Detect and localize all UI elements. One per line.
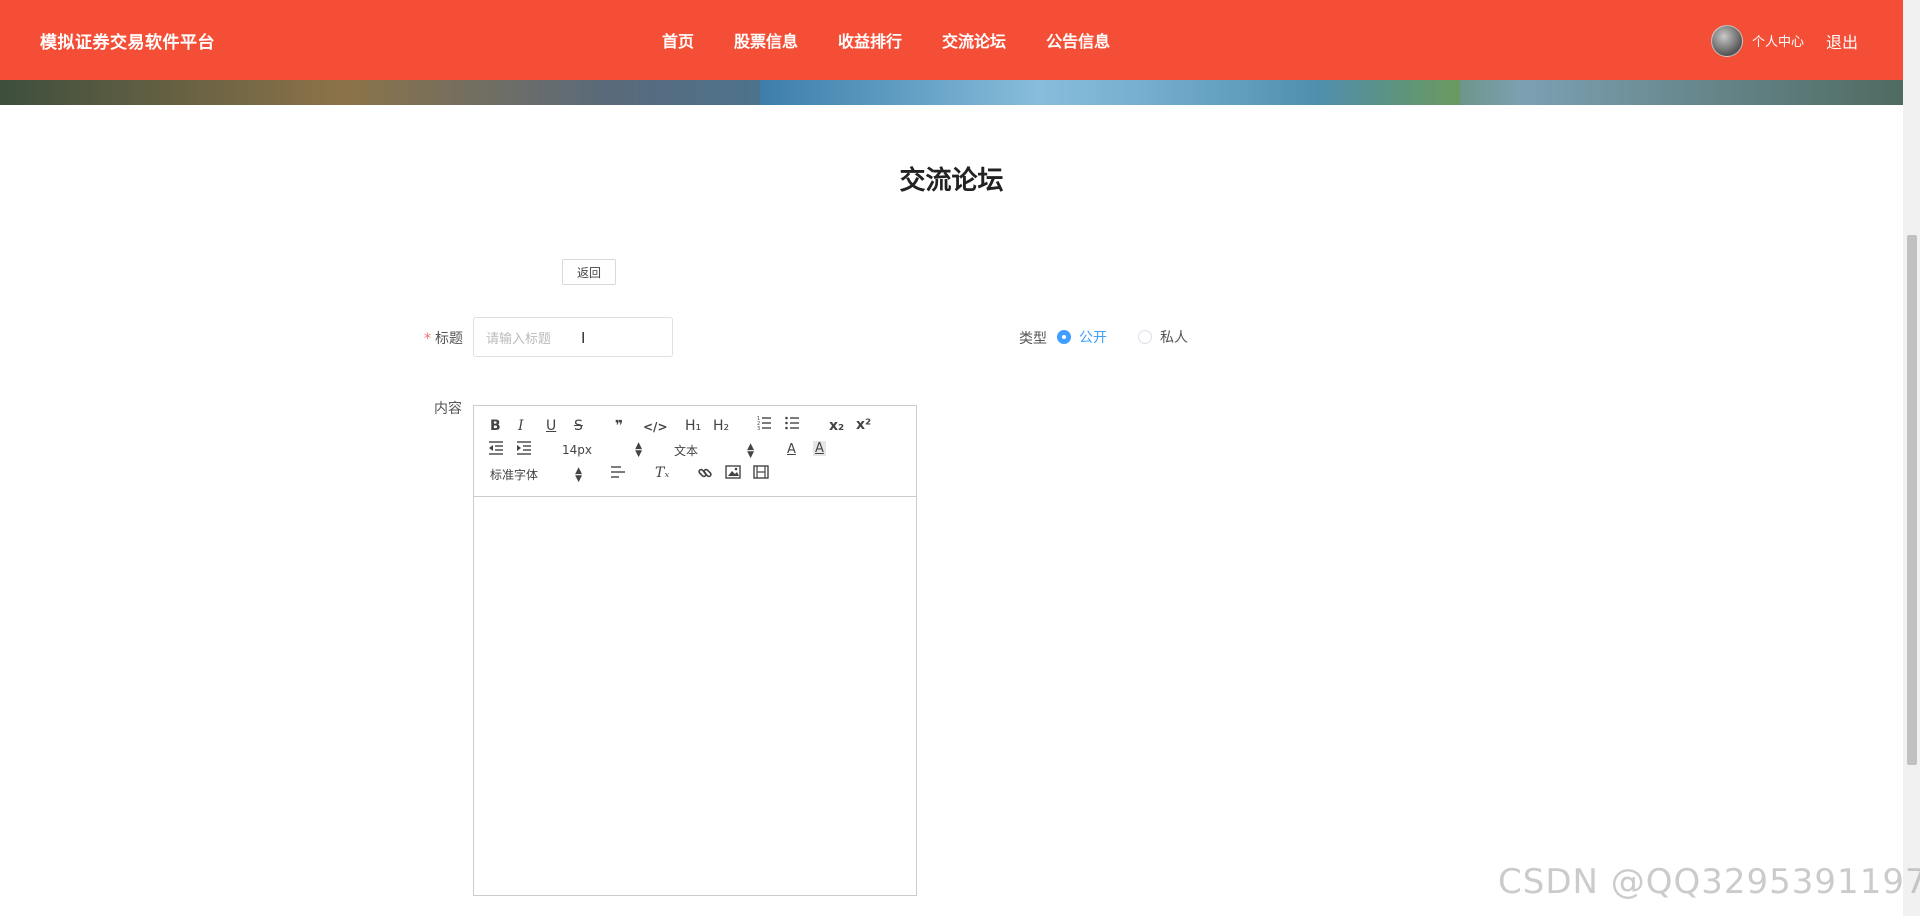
- radio-private-dot[interactable]: [1138, 330, 1152, 344]
- radio-private[interactable]: 私人: [1138, 327, 1188, 347]
- title-label-text: 标题: [435, 331, 463, 347]
- font-family-select[interactable]: 标准字体 ▲ ▼: [490, 466, 582, 483]
- editor-content-area[interactable]: [474, 497, 916, 895]
- text-cursor-icon: I: [581, 329, 586, 347]
- banner-water: [760, 80, 1460, 105]
- site-brand[interactable]: 模拟证券交易软件平台: [40, 28, 215, 53]
- ordered-list-icon[interactable]: 123: [756, 415, 772, 436]
- header-select-value: 文本: [674, 444, 699, 458]
- nav-item-stock-info[interactable]: 股票信息: [734, 28, 798, 52]
- header-select[interactable]: 文本 ▲ ▼: [674, 442, 754, 459]
- outdent-icon[interactable]: [488, 441, 504, 460]
- radio-private-label: 私人: [1160, 330, 1188, 346]
- underline-button[interactable]: U: [546, 417, 556, 435]
- required-asterisk: *: [424, 331, 431, 347]
- font-color-icon[interactable]: A: [787, 441, 796, 459]
- link-icon[interactable]: [697, 465, 713, 486]
- strike-button[interactable]: S: [574, 417, 583, 435]
- nav-item-profit-ranking[interactable]: 收益排行: [838, 28, 902, 52]
- h1-button[interactable]: H₁: [685, 417, 701, 435]
- title-field-label: * 标题: [424, 328, 463, 348]
- nav-item-home[interactable]: 首页: [662, 28, 694, 52]
- image-icon[interactable]: [725, 465, 741, 484]
- radio-public-dot[interactable]: [1057, 330, 1071, 344]
- bold-button[interactable]: B: [490, 417, 501, 435]
- select-arrows-icon: ▲ ▼: [635, 441, 642, 459]
- font-size-select[interactable]: 14px ▲ ▼: [562, 441, 642, 459]
- user-center-link[interactable]: 个人中心: [1752, 31, 1804, 50]
- code-block-icon[interactable]: </>: [643, 418, 668, 436]
- page-scrollbar[interactable]: [1903, 0, 1920, 916]
- radio-public-label: 公开: [1079, 330, 1107, 346]
- select-arrows-icon: ▲ ▼: [747, 441, 754, 460]
- back-button[interactable]: 返回: [562, 259, 616, 285]
- indent-icon[interactable]: [516, 441, 532, 460]
- video-icon[interactable]: [753, 465, 769, 484]
- bullet-list-icon[interactable]: [784, 415, 800, 436]
- logout-link[interactable]: 退出: [1826, 29, 1858, 53]
- rich-text-editor: B I U S ❞ </> H₁ H₂ 123 x₂ x² 14px ▲ ▼ 文本…: [473, 405, 917, 896]
- top-header: 模拟证券交易软件平台 首页 股票信息 收益排行 交流论坛 公告信息 个人中心 退…: [0, 0, 1903, 80]
- clean-format-icon[interactable]: Tₓ: [655, 464, 669, 482]
- superscript-button[interactable]: x²: [856, 416, 871, 434]
- page-title: 交流论坛: [899, 166, 1004, 196]
- title-input[interactable]: 请输入标题: [473, 317, 673, 357]
- subscript-button[interactable]: x₂: [829, 417, 844, 435]
- blockquote-icon[interactable]: ❞: [615, 417, 623, 435]
- nav-item-forum[interactable]: 交流论坛: [942, 28, 1006, 52]
- user-avatar[interactable]: [1711, 25, 1743, 57]
- radio-public[interactable]: 公开: [1057, 327, 1107, 347]
- font-size-value: 14px: [562, 443, 592, 457]
- svg-text:3: 3: [757, 426, 760, 431]
- background-color-icon[interactable]: A: [813, 441, 826, 456]
- editor-toolbar: B I U S ❞ </> H₁ H₂ 123 x₂ x² 14px ▲ ▼ 文本…: [474, 406, 916, 497]
- main-nav: 首页 股票信息 收益排行 交流论坛 公告信息: [662, 28, 1110, 52]
- h2-button[interactable]: H₂: [713, 417, 729, 435]
- scrollbar-thumb[interactable]: [1907, 235, 1917, 765]
- font-family-value: 标准字体: [490, 468, 539, 482]
- align-left-icon[interactable]: [610, 465, 626, 484]
- nav-item-announcements[interactable]: 公告信息: [1046, 28, 1110, 52]
- italic-button[interactable]: I: [518, 417, 524, 435]
- content-label: 内容: [434, 401, 462, 417]
- watermark: CSDN @QQ3295391197: [1498, 862, 1920, 902]
- select-arrows-icon: ▲ ▼: [575, 465, 582, 484]
- type-label: 类型: [1019, 331, 1047, 347]
